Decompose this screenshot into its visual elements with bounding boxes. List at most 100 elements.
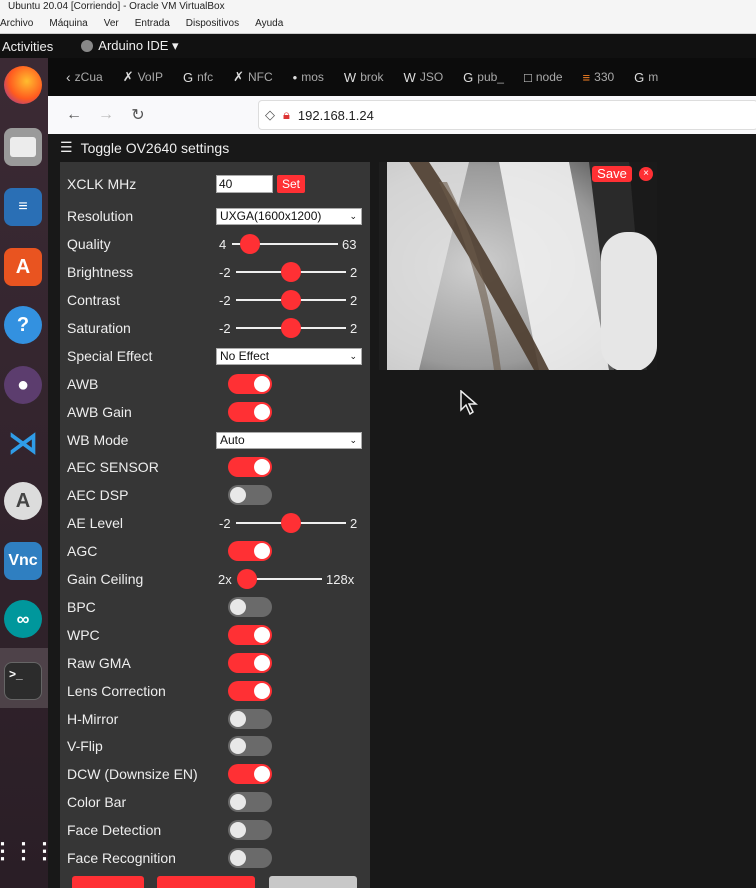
save-button[interactable]: Save	[592, 166, 632, 182]
nav-bar: ← → ↻ ◇ 🔒︎ 192.168.1.24	[48, 96, 756, 134]
wpc-toggle[interactable]	[228, 625, 272, 645]
writer-icon[interactable]: ≡	[4, 188, 42, 226]
tab-7[interactable]: Gpub_	[457, 58, 510, 96]
reload-icon[interactable]: ↻	[122, 105, 154, 125]
menu-ayuda[interactable]: Ayuda	[255, 18, 283, 33]
close-stream-icon[interactable]: ×	[639, 167, 653, 181]
wb-mode-value: Auto	[220, 432, 245, 447]
toggle-knob	[230, 794, 246, 810]
tab-label: node	[535, 70, 563, 84]
vscode-icon[interactable]: ⋊	[4, 424, 42, 462]
files-icon[interactable]	[4, 128, 42, 166]
tab-scroll-left-icon[interactable]: ‹	[66, 69, 71, 85]
resolution-select[interactable]: UXGA(1600x1200) ⌄	[216, 207, 362, 225]
menu-archivo[interactable]: Archivo	[0, 18, 33, 33]
activities-button[interactable]: Activities	[2, 39, 53, 54]
bpc-label: BPC	[67, 599, 96, 615]
lens-correction-toggle[interactable]	[228, 681, 272, 701]
back-arrow-icon[interactable]: ←	[58, 106, 90, 124]
bpc-toggle[interactable]	[228, 597, 272, 617]
enroll-face-button[interactable]	[269, 876, 357, 888]
apps-grid-icon[interactable]: ⋮⋮⋮	[0, 832, 56, 870]
tab-label: m	[648, 70, 659, 84]
chevron-down-icon: ⌄	[349, 350, 357, 361]
arduino-icon[interactable]: ∞	[4, 600, 42, 638]
aec-dsp-label: AEC DSP	[67, 487, 129, 503]
gain-ceiling-thumb[interactable]	[237, 569, 257, 589]
tab-9[interactable]: ≡ 330	[577, 58, 621, 96]
lens-correction-label: Lens Correction	[67, 683, 166, 699]
menu-ver[interactable]: Ver	[104, 18, 119, 33]
wb-mode-select[interactable]: Auto ⌄	[216, 431, 362, 449]
h-mirror-label: H-Mirror	[67, 711, 119, 727]
toggle-settings-button[interactable]: ☰ Toggle OV2640 settings	[60, 139, 229, 156]
menu-maquina[interactable]: Máquina	[49, 18, 87, 33]
xclk-input[interactable]: 40	[216, 175, 273, 193]
lock-icon[interactable]: 🔒︎	[283, 107, 290, 123]
help-icon[interactable]: ?	[4, 306, 42, 344]
awb-gain-toggle[interactable]	[228, 402, 272, 422]
tab-favicon-icon: □	[523, 69, 532, 85]
github-icon[interactable]: ●	[4, 366, 42, 404]
tab-5[interactable]: Wbrok	[338, 58, 390, 96]
awb-gain-label: AWB Gain	[67, 404, 132, 420]
dock: ≡ A ? ● ⋊ A Vnc ∞ >_ ⋮⋮⋮	[0, 58, 56, 888]
wpc-row: WPC	[60, 621, 370, 649]
tab-2[interactable]: Gnfc	[177, 58, 219, 96]
color-bar-row: Color Bar	[60, 788, 370, 816]
firefox-icon[interactable]	[4, 66, 42, 104]
gain-ceiling-row: Gain Ceiling 2x 128x	[60, 565, 370, 593]
xclk-set-button[interactable]: Set	[277, 175, 305, 193]
app-menu[interactable]: Arduino IDE ▾	[81, 38, 179, 54]
tab-3[interactable]: ✗ NFC	[227, 58, 279, 96]
gain-ceiling-min: 2x	[218, 571, 232, 587]
awb-toggle[interactable]	[228, 374, 272, 394]
terminal-icon[interactable]: >_	[4, 662, 42, 700]
url-bar[interactable]: ◇ 🔒︎ 192.168.1.24	[258, 100, 756, 130]
menu-dispositivos[interactable]: Dispositivos	[186, 18, 239, 33]
tab-0[interactable]: ‹ zCua	[60, 58, 109, 96]
quality-thumb[interactable]	[240, 234, 260, 254]
tab-label: nfc	[197, 70, 214, 84]
start-stream-button[interactable]	[157, 876, 255, 888]
saturation-row: Saturation -2 2	[60, 314, 370, 342]
raw-gma-toggle[interactable]	[228, 653, 272, 673]
h-mirror-toggle[interactable]	[228, 709, 272, 729]
contrast-thumb[interactable]	[281, 290, 301, 310]
saturation-thumb[interactable]	[281, 318, 301, 338]
special-effect-select[interactable]: No Effect ⌄	[216, 347, 362, 365]
aec-dsp-toggle[interactable]	[228, 485, 272, 505]
tab-6[interactable]: W JSO	[398, 58, 450, 96]
ae-level-min: -2	[219, 515, 231, 531]
ae-level-thumb[interactable]	[281, 513, 301, 533]
menu-entrada[interactable]: Entrada	[135, 18, 170, 33]
color-bar-toggle[interactable]	[228, 792, 272, 812]
dcw-row: DCW (Downsize EN)	[60, 760, 370, 788]
ae-level-max: 2	[350, 515, 358, 531]
xclk-row: XCLK MHz 40 Set	[60, 170, 370, 198]
tab-10[interactable]: Gm	[628, 58, 664, 96]
raw-gma-row: Raw GMA	[60, 649, 370, 677]
vnc-icon[interactable]: Vnc	[4, 542, 42, 580]
v-flip-toggle[interactable]	[228, 736, 272, 756]
quality-label: Quality	[67, 236, 111, 252]
aec-sensor-toggle[interactable]	[228, 457, 272, 477]
dcw-toggle[interactable]	[228, 764, 272, 784]
brightness-thumb[interactable]	[281, 262, 301, 282]
chevron-down-icon: ⌄	[349, 210, 357, 221]
tab-1[interactable]: ✗ VoIP	[117, 58, 169, 96]
updater-icon[interactable]: A	[4, 482, 42, 520]
face-recognition-toggle[interactable]	[228, 848, 272, 868]
software-icon[interactable]: A	[4, 248, 42, 286]
get-still-button[interactable]	[72, 876, 144, 888]
tab-4[interactable]: • mos	[287, 58, 330, 96]
special-effect-value: No Effect	[220, 348, 270, 363]
shield-icon[interactable]: ◇	[265, 107, 275, 123]
agc-toggle[interactable]	[228, 541, 272, 561]
tab-8[interactable]: □ node	[518, 58, 569, 96]
toggle-knob	[230, 738, 246, 754]
face-detection-toggle[interactable]	[228, 820, 272, 840]
arduino-small-icon	[81, 40, 94, 52]
brightness-row: Brightness -2 2	[60, 258, 370, 286]
forward-arrow-icon[interactable]: →	[90, 106, 122, 124]
